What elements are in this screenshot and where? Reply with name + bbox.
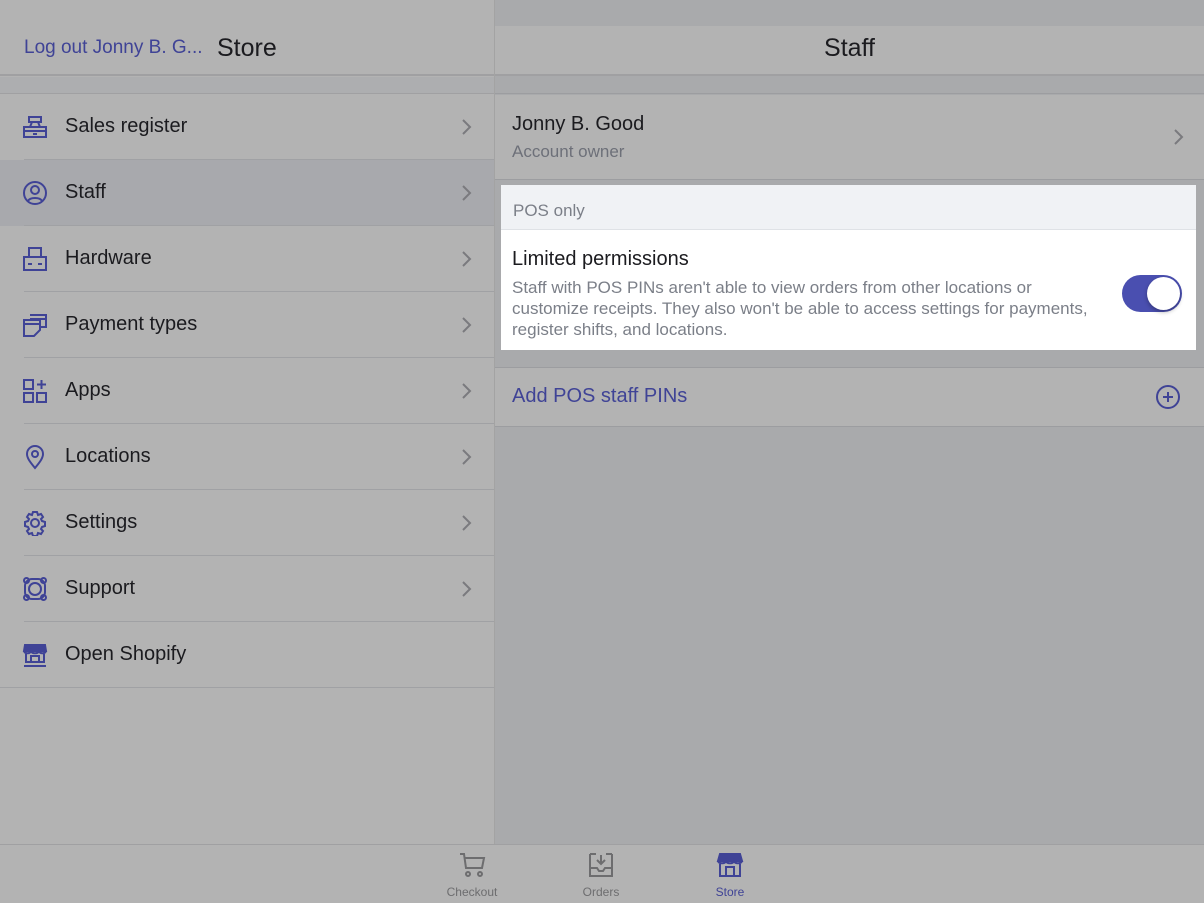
section-header: POS only	[501, 185, 1196, 230]
menu-label: Staff	[65, 181, 106, 203]
printer-icon	[23, 247, 47, 271]
gear-icon	[24, 511, 46, 536]
storefront-icon	[22, 644, 48, 667]
staff-row-owner[interactable]: Jonny B. Good Account owner	[495, 95, 1204, 180]
menu-label: Apps	[65, 379, 111, 401]
apps-icon	[23, 379, 47, 403]
menu-item-sales-register[interactable]: Sales register	[0, 94, 494, 160]
staff-title: Staff	[824, 34, 875, 62]
add-pins-label: Add POS staff PINs	[512, 385, 688, 407]
section-header-label: POS only	[513, 201, 585, 220]
cash-register-icon	[23, 116, 47, 138]
menu-label: Payment types	[65, 313, 198, 335]
cards-icon	[23, 314, 47, 337]
lifebuoy-icon	[23, 577, 47, 601]
menu-item-apps[interactable]: Apps	[0, 358, 494, 424]
menu-label: Sales register	[65, 115, 188, 137]
chevron-right-icon	[462, 383, 472, 399]
tab-orders[interactable]: Orders	[561, 851, 641, 899]
toggle-knob	[1147, 277, 1180, 310]
menu-label: Hardware	[65, 247, 152, 269]
menu-item-support[interactable]: Support	[0, 556, 494, 622]
store-navbar: Log out Jonny B. G... Store	[0, 26, 494, 76]
menu-item-hardware[interactable]: Hardware	[0, 226, 494, 292]
store-title: Store	[217, 34, 277, 62]
menu-item-staff[interactable]: Staff	[0, 160, 494, 226]
store-menu: Sales register Staff Hardware Payment ty…	[0, 94, 494, 688]
menu-label: Locations	[65, 445, 151, 467]
pos-only-section: POS only Limited permissions Staff with …	[501, 185, 1196, 350]
chevron-right-icon	[462, 185, 472, 201]
chevron-right-icon	[462, 251, 472, 267]
chevron-right-icon	[462, 119, 472, 135]
menu-item-settings[interactable]: Settings	[0, 490, 494, 556]
tab-label: Store	[715, 885, 745, 899]
menu-item-open-shopify[interactable]: Open Shopify	[0, 622, 494, 688]
limited-permissions-description: Staff with POS PINs aren't able to view …	[512, 278, 1088, 339]
cart-icon	[460, 853, 486, 877]
storefront-icon	[716, 853, 744, 877]
tab-label: Orders	[582, 885, 620, 899]
chevron-right-icon	[1174, 129, 1184, 145]
limited-permissions-toggle[interactable]	[1122, 275, 1182, 312]
staff-panel: Staff Jonny B. Good Account owner POS on…	[495, 0, 1204, 845]
chevron-right-icon	[462, 581, 472, 597]
menu-label: Settings	[65, 511, 138, 533]
chevron-right-icon	[462, 317, 472, 333]
plus-circle-icon	[1156, 385, 1180, 409]
store-panel: Log out Jonny B. G... Store Sales regist…	[0, 0, 494, 845]
location-pin-icon	[25, 445, 45, 470]
inbox-download-icon	[589, 853, 613, 877]
staff-navbar: Staff	[495, 26, 1204, 76]
staff-name: Jonny B. Good	[512, 113, 645, 135]
tab-checkout[interactable]: Checkout	[432, 851, 512, 899]
limited-permissions-title: Limited permissions	[512, 248, 689, 270]
add-pos-staff-pins-button[interactable]: Add POS staff PINs	[495, 367, 1204, 427]
logout-button[interactable]: Log out Jonny B. G...	[24, 37, 203, 59]
staff-role: Account owner	[512, 142, 625, 161]
menu-item-payment-types[interactable]: Payment types	[0, 292, 494, 358]
tab-label: Checkout	[446, 885, 498, 899]
tab-bar: Checkout Orders Store	[0, 844, 1204, 903]
chevron-right-icon	[462, 449, 472, 465]
menu-label: Support	[65, 577, 136, 599]
menu-item-locations[interactable]: Locations	[0, 424, 494, 490]
user-circle-icon	[23, 181, 47, 205]
tab-store[interactable]: Store	[690, 851, 770, 899]
menu-label: Open Shopify	[65, 643, 187, 665]
chevron-right-icon	[462, 515, 472, 531]
